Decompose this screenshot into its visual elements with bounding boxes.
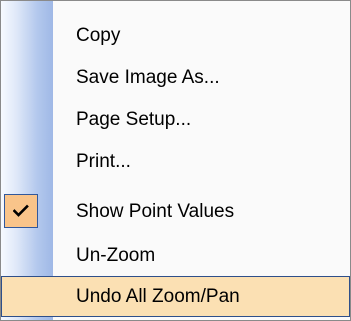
menu-item-label: Copy — [76, 25, 121, 46]
menu-item-show-point-values[interactable]: Show Point Values — [1, 191, 350, 232]
menu-item-label: Print... — [76, 151, 131, 172]
menu-item-label: Show Point Values — [76, 201, 235, 222]
context-menu: Copy Save Image As... Page Setup... Prin… — [0, 0, 351, 321]
menu-item-label: Save Image As... — [76, 67, 220, 88]
menu-item-print[interactable]: Print... — [1, 141, 350, 182]
menu-item-undo-all-zoom-pan[interactable]: Undo All Zoom/Pan — [1, 276, 350, 317]
menu-item-label: Undo All Zoom/Pan — [76, 286, 240, 307]
menu-item-un-zoom[interactable]: Un-Zoom — [1, 235, 350, 276]
menu-item-copy[interactable]: Copy — [1, 15, 350, 56]
menu-item-page-setup[interactable]: Page Setup... — [1, 99, 350, 140]
menu-item-label: Page Setup... — [76, 109, 192, 130]
menu-item-label: Un-Zoom — [76, 245, 156, 266]
checkmark-icon — [4, 194, 38, 228]
menu-item-save-image-as[interactable]: Save Image As... — [1, 57, 350, 98]
